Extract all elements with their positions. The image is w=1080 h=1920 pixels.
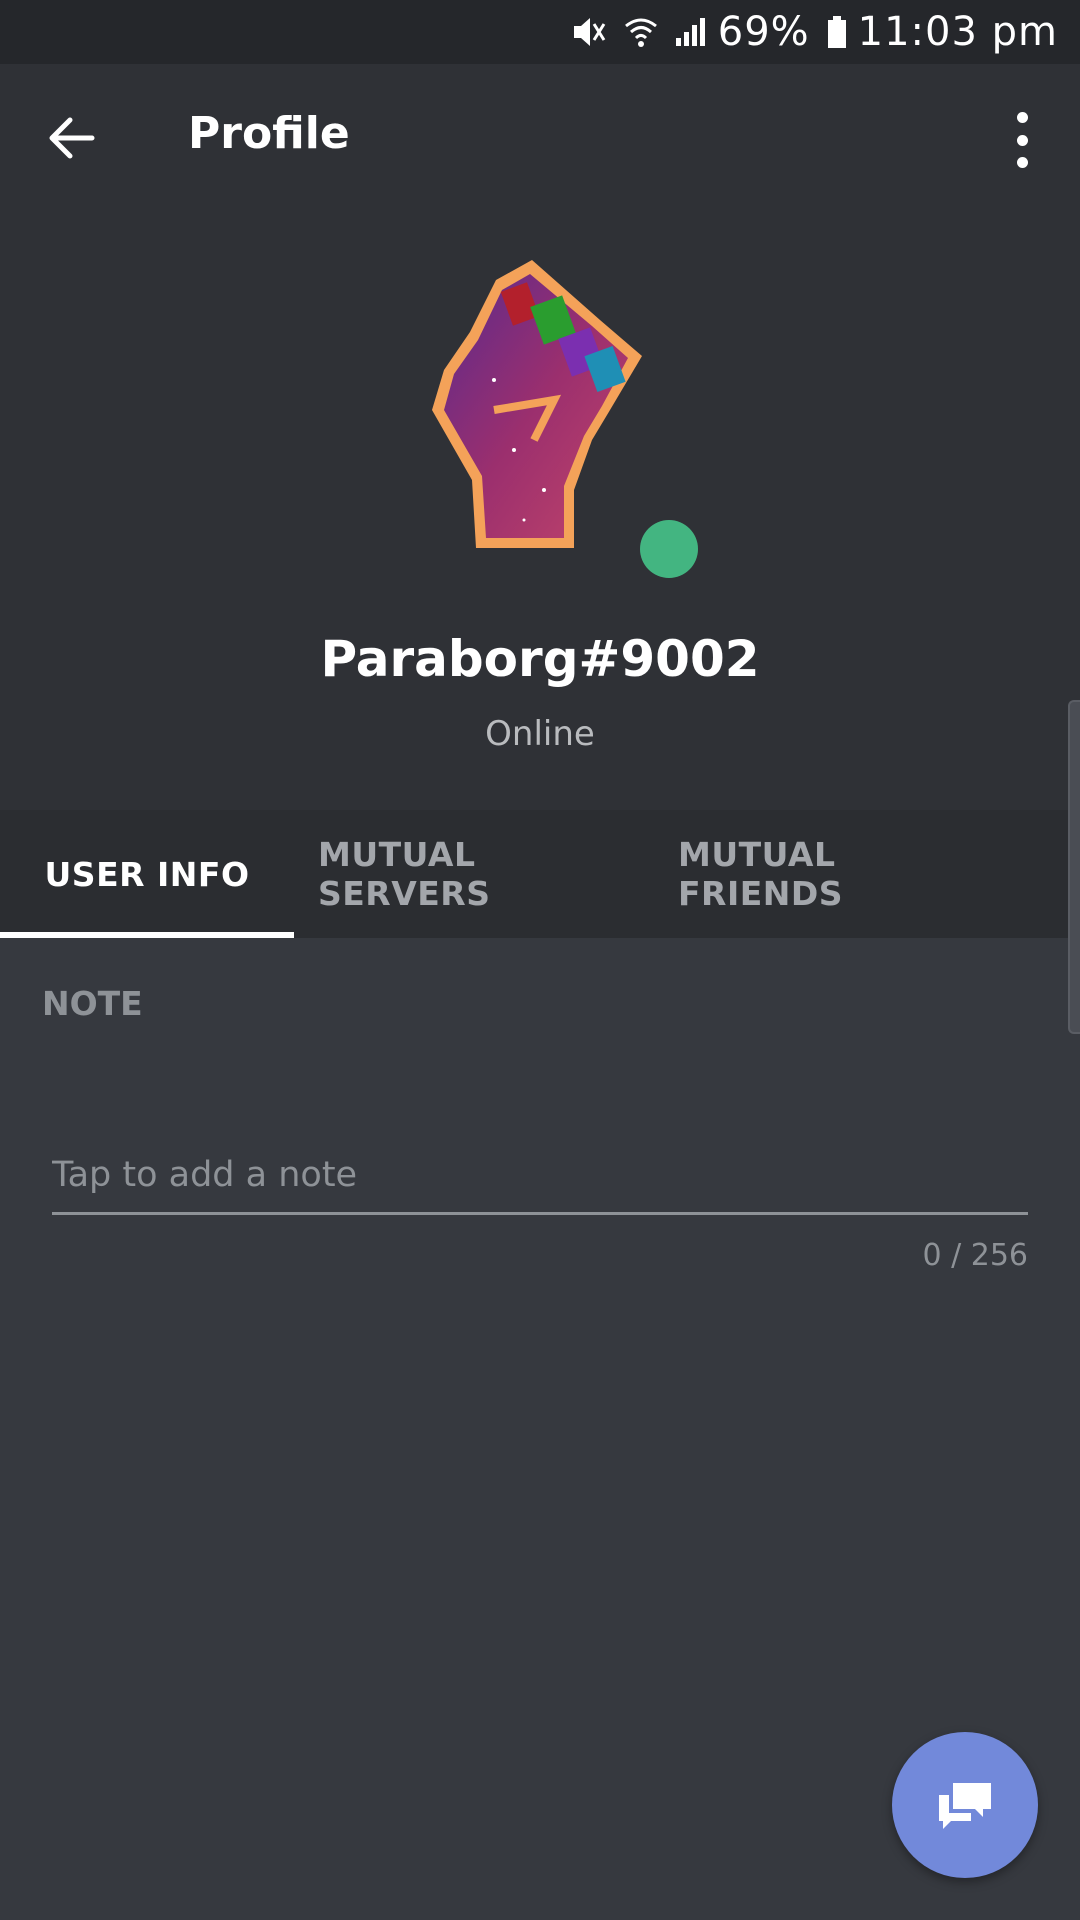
tab-mutual-friends[interactable]: MUTUAL FRIENDS [678, 810, 988, 938]
active-tab-indicator [0, 932, 294, 938]
note-input[interactable] [52, 1140, 1028, 1210]
chat-bubbles-icon [939, 1783, 991, 1829]
more-options-button[interactable] [1002, 112, 1042, 168]
signal-icon [674, 16, 708, 48]
username: Paraborg#9002 [320, 630, 760, 688]
more-vertical-icon [1016, 112, 1028, 123]
battery-percent: 69% [717, 9, 810, 55]
scrollbar[interactable] [1068, 700, 1080, 1034]
avatar[interactable] [424, 260, 654, 550]
wifi-icon [624, 14, 658, 50]
battery-icon [826, 14, 848, 50]
message-user-button[interactable] [892, 1732, 1038, 1878]
note-input-underline [52, 1212, 1028, 1215]
note-character-counter: 0 / 256 [922, 1238, 1028, 1273]
profile-tabs: USER INFO MUTUAL SERVERS MUTUAL FRIENDS [0, 810, 1080, 938]
presence-status: Online [485, 714, 595, 754]
arrow-left-icon [49, 117, 95, 159]
clock: 11:03 pm [857, 9, 1058, 55]
status-bar: 69% 11:03 pm [0, 0, 1080, 64]
app-header: Profile [0, 64, 1080, 210]
raised-fist-avatar [432, 260, 642, 548]
tab-user-info[interactable]: USER INFO [0, 810, 294, 938]
back-button[interactable] [44, 110, 100, 166]
online-status-indicator [640, 520, 698, 578]
tab-mutual-servers[interactable]: MUTUAL SERVERS [318, 810, 630, 938]
note-label: NOTE [42, 984, 143, 1023]
page-title: Profile [188, 108, 350, 159]
mute-icon [570, 14, 608, 50]
